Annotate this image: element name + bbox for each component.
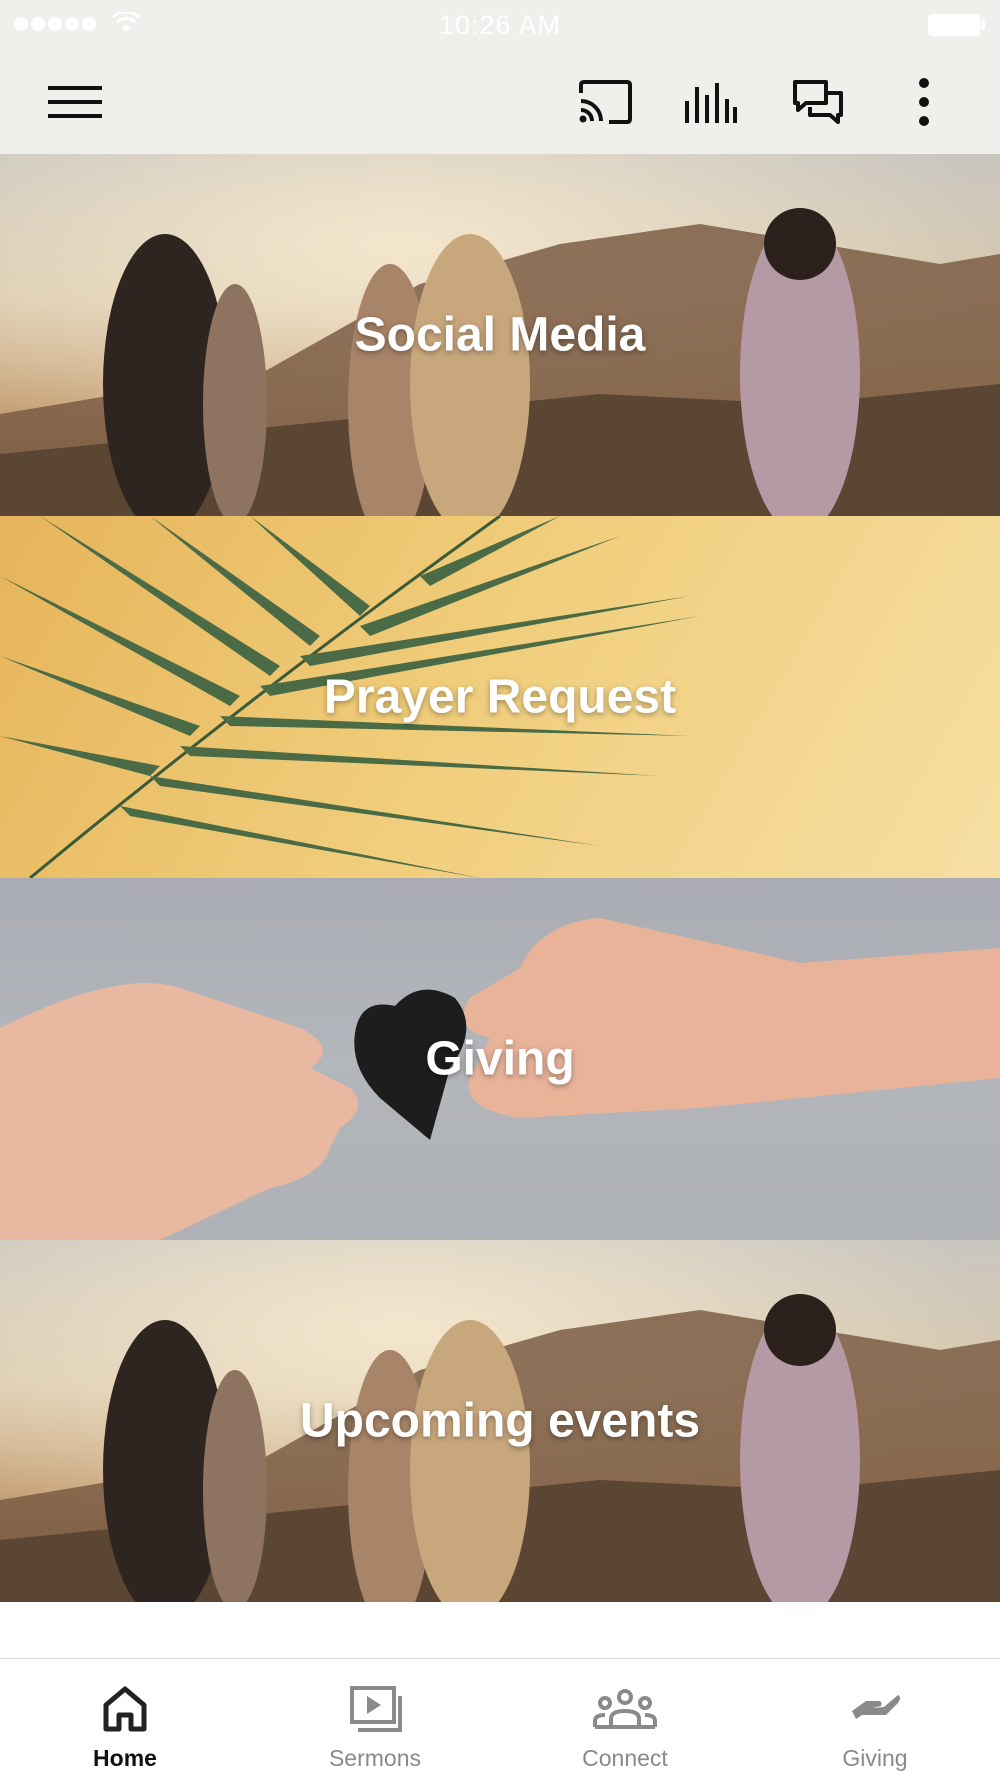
cast-icon[interactable] [575,72,635,132]
audio-bars-icon[interactable] [681,72,741,132]
hamburger-menu-icon[interactable] [45,72,105,132]
chat-bubbles-icon[interactable] [788,72,848,132]
tile-upcoming-events[interactable]: Upcoming events [0,1240,1000,1602]
status-time: 10:26 AM [438,10,562,40]
nav-item-home[interactable]: Home [0,1659,250,1779]
home-icon [102,1681,148,1737]
nav-label: Giving [842,1745,908,1771]
nav-label: Connect [582,1745,668,1771]
home-tiles: Social Media Prayer Request Giving Upcom… [0,154,1000,1602]
nav-label: Sermons [328,1745,422,1771]
tile-label: Social Media [354,308,646,362]
video-library-icon [348,1681,402,1737]
nav-item-sermons[interactable]: Sermons [250,1659,500,1779]
bottom-navigation: Home Sermons Connect Giving [0,1658,1000,1779]
tile-label: Giving [425,1032,575,1086]
nav-item-connect[interactable]: Connect [500,1659,750,1779]
tile-label: Prayer Request [323,670,677,724]
battery-icon [928,14,980,36]
tile-social-media[interactable]: Social Media [0,154,1000,516]
battery-tip [981,20,985,30]
app-toolbar [0,50,1000,154]
status-bar: 10:26 AM [0,0,1000,50]
more-vertical-icon[interactable] [894,72,954,132]
tile-label: Upcoming events [299,1394,701,1448]
tile-prayer-request[interactable]: Prayer Request [0,516,1000,878]
nav-label: Home [93,1745,157,1771]
giving-hand-icon [848,1681,902,1737]
nav-item-giving[interactable]: Giving [750,1659,1000,1779]
people-group-icon [593,1681,657,1737]
tile-giving[interactable]: Giving [0,878,1000,1240]
